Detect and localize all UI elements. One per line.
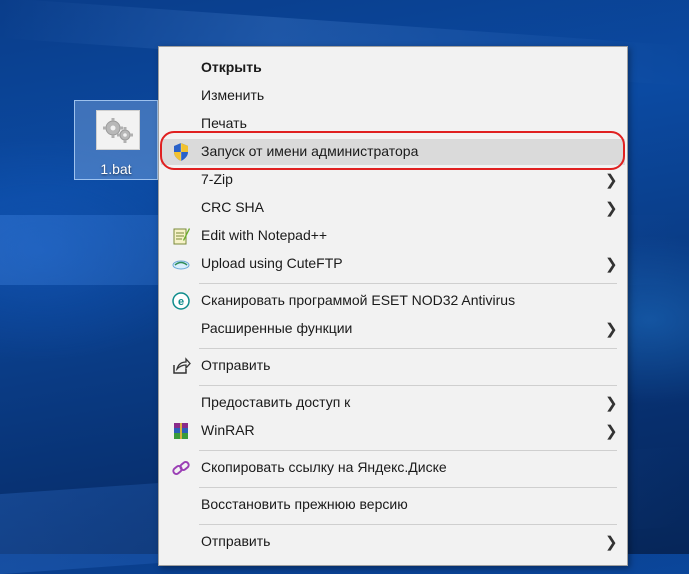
menu-item-label: Upload using CuteFTP	[201, 255, 343, 271]
winrar-icon	[171, 421, 191, 441]
menu-item-label: Запуск от имени администратора	[201, 143, 419, 159]
submenu-chevron-icon: ❯	[605, 534, 618, 551]
menu-item-label: CRC SHA	[201, 199, 265, 215]
menu-item-advanced[interactable]: Расширенные функции ❯	[161, 316, 625, 342]
desktop-file-icon[interactable]: 1.bat	[74, 100, 158, 180]
share-icon	[171, 356, 191, 376]
eset-icon: e	[171, 291, 191, 311]
menu-item-label: Edit with Notepad++	[201, 227, 328, 243]
menu-item-label: Отправить	[201, 533, 271, 549]
menu-item-label: Скопировать ссылку на Яндекс.Диске	[201, 459, 447, 475]
menu-item-label: Открыть	[201, 59, 262, 75]
menu-item-notepadpp[interactable]: Edit with Notepad++	[161, 223, 625, 249]
menu-item-open[interactable]: Открыть	[161, 55, 625, 81]
menu-item-run-as-admin[interactable]: Запуск от имени администратора	[161, 139, 625, 165]
menu-item-label: Печать	[201, 115, 247, 131]
menu-item-label: Изменить	[201, 87, 265, 103]
submenu-chevron-icon: ❯	[605, 423, 618, 440]
uac-shield-icon	[171, 142, 191, 162]
menu-item-edit[interactable]: Изменить	[161, 83, 625, 109]
cuteftp-icon	[171, 254, 191, 274]
menu-separator	[199, 524, 617, 525]
menu-item-cuteftp[interactable]: Upload using CuteFTP ❯	[161, 251, 625, 277]
menu-item-restore-version[interactable]: Восстановить прежнюю версию	[161, 492, 625, 518]
batch-file-gear-icon	[96, 110, 140, 150]
menu-item-crc-sha[interactable]: CRC SHA ❯	[161, 195, 625, 221]
menu-item-yandex-link[interactable]: Скопировать ссылку на Яндекс.Диске	[161, 455, 625, 481]
desktop-file-label: 1.bat	[100, 161, 132, 177]
menu-separator	[199, 385, 617, 386]
menu-item-winrar[interactable]: WinRAR ❯	[161, 418, 625, 444]
menu-item-label: Предоставить доступ к	[201, 394, 351, 410]
submenu-chevron-icon: ❯	[605, 172, 618, 189]
menu-item-7zip[interactable]: 7-Zip ❯	[161, 167, 625, 193]
menu-item-label: WinRAR	[201, 422, 255, 438]
menu-item-give-access[interactable]: Предоставить доступ к ❯	[161, 390, 625, 416]
svg-text:e: e	[178, 296, 184, 308]
menu-separator	[199, 348, 617, 349]
menu-separator	[199, 450, 617, 451]
notepad-plus-plus-icon	[171, 226, 191, 246]
menu-separator	[199, 283, 617, 284]
link-icon	[171, 458, 191, 478]
submenu-chevron-icon: ❯	[605, 200, 618, 217]
submenu-chevron-icon: ❯	[605, 321, 618, 338]
submenu-chevron-icon: ❯	[605, 256, 618, 273]
menu-item-label: 7-Zip	[201, 171, 233, 187]
menu-item-label: Сканировать программой ESET NOD32 Antivi…	[201, 292, 516, 308]
menu-item-eset-scan[interactable]: e Сканировать программой ESET NOD32 Anti…	[161, 288, 625, 314]
context-menu: Открыть Изменить Печать Запуск от имени …	[158, 46, 628, 566]
menu-item-send-to[interactable]: Отправить ❯	[161, 529, 625, 555]
menu-item-label: Восстановить прежнюю версию	[201, 496, 408, 512]
menu-separator	[199, 487, 617, 488]
menu-item-label: Расширенные функции	[201, 320, 353, 336]
menu-item-share[interactable]: Отправить	[161, 353, 625, 379]
menu-item-print[interactable]: Печать	[161, 111, 625, 137]
submenu-chevron-icon: ❯	[605, 395, 618, 412]
menu-item-label: Отправить	[201, 357, 271, 373]
